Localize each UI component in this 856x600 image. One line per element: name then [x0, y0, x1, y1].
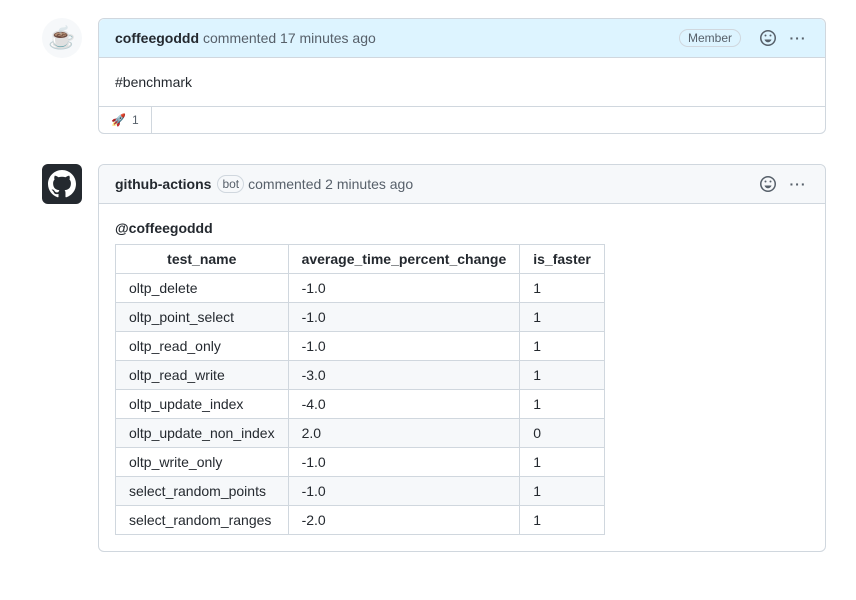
timeline-comment: github-actions bot commented 2 minutes a…: [42, 164, 826, 552]
react-icon[interactable]: [757, 173, 779, 195]
table-cell: -1.0: [288, 332, 520, 361]
reactions-bar: 🚀 1: [99, 106, 825, 133]
table-cell: 1: [520, 448, 605, 477]
table-row: oltp_delete-1.01: [116, 274, 605, 303]
benchmark-table: test_name average_time_percent_change is…: [115, 244, 605, 535]
comment-timestamp[interactable]: 17 minutes ago: [280, 30, 376, 46]
table-cell: 1: [520, 303, 605, 332]
table-cell: 1: [520, 274, 605, 303]
col-header: test_name: [116, 245, 289, 274]
comment-timestamp[interactable]: 2 minutes ago: [325, 176, 413, 192]
comment-header: github-actions bot commented 2 minutes a…: [99, 165, 825, 204]
avatar[interactable]: [42, 164, 82, 204]
comment-header-actions: Member ···: [679, 27, 809, 49]
reaction-button[interactable]: 🚀 1: [99, 107, 152, 133]
comment-body: @coffeegoddd test_name average_time_perc…: [99, 204, 825, 551]
author-link[interactable]: github-actions: [115, 176, 211, 192]
table-row: oltp_write_only-1.01: [116, 448, 605, 477]
comment-verb: commented: [203, 30, 276, 46]
table-cell: oltp_update_non_index: [116, 419, 289, 448]
table-row: select_random_ranges-2.01: [116, 506, 605, 535]
table-cell: -3.0: [288, 361, 520, 390]
table-row: oltp_point_select-1.01: [116, 303, 605, 332]
table-cell: -1.0: [288, 303, 520, 332]
table-cell: oltp_point_select: [116, 303, 289, 332]
table-cell: oltp_update_index: [116, 390, 289, 419]
table-cell: select_random_ranges: [116, 506, 289, 535]
author-link[interactable]: coffeegoddd: [115, 30, 199, 46]
role-badge: Member: [679, 29, 741, 47]
table-cell: -1.0: [288, 477, 520, 506]
table-cell: 1: [520, 361, 605, 390]
table-cell: select_random_points: [116, 477, 289, 506]
table-cell: 1: [520, 506, 605, 535]
avatar[interactable]: ☕️: [42, 18, 82, 58]
table-row: select_random_points-1.01: [116, 477, 605, 506]
table-cell: -1.0: [288, 448, 520, 477]
table-cell: oltp_write_only: [116, 448, 289, 477]
table-cell: 1: [520, 477, 605, 506]
kebab-icon[interactable]: ···: [787, 173, 809, 195]
table-cell: 2.0: [288, 419, 520, 448]
comment-container: github-actions bot commented 2 minutes a…: [98, 164, 826, 552]
comment-header-actions: ···: [757, 173, 809, 195]
table-cell: oltp_delete: [116, 274, 289, 303]
col-header: is_faster: [520, 245, 605, 274]
table-row: oltp_update_index-4.01: [116, 390, 605, 419]
kebab-icon[interactable]: ···: [787, 27, 809, 49]
comment-container: coffeegoddd commented 17 minutes ago Mem…: [98, 18, 826, 134]
comment-text: #benchmark: [115, 74, 192, 90]
table-cell: -4.0: [288, 390, 520, 419]
table-row: oltp_update_non_index2.00: [116, 419, 605, 448]
table-cell: oltp_read_write: [116, 361, 289, 390]
table-row: oltp_read_only-1.01: [116, 332, 605, 361]
bot-badge: bot: [217, 175, 244, 193]
table-cell: 1: [520, 390, 605, 419]
reaction-count: 1: [132, 113, 139, 127]
rocket-icon: 🚀: [111, 113, 126, 127]
table-row: oltp_read_write-3.01: [116, 361, 605, 390]
mention[interactable]: @coffeegoddd: [115, 220, 809, 236]
timeline-comment: ☕️ coffeegoddd commented 17 minutes ago …: [42, 18, 826, 134]
table-cell: oltp_read_only: [116, 332, 289, 361]
comment-header: coffeegoddd commented 17 minutes ago Mem…: [99, 19, 825, 58]
table-header-row: test_name average_time_percent_change is…: [116, 245, 605, 274]
table-cell: 0: [520, 419, 605, 448]
react-icon[interactable]: [757, 27, 779, 49]
table-cell: 1: [520, 332, 605, 361]
comment-body: #benchmark: [99, 58, 825, 106]
comment-verb: commented: [248, 176, 321, 192]
table-cell: -1.0: [288, 274, 520, 303]
col-header: average_time_percent_change: [288, 245, 520, 274]
table-cell: -2.0: [288, 506, 520, 535]
github-icon: [48, 170, 76, 198]
